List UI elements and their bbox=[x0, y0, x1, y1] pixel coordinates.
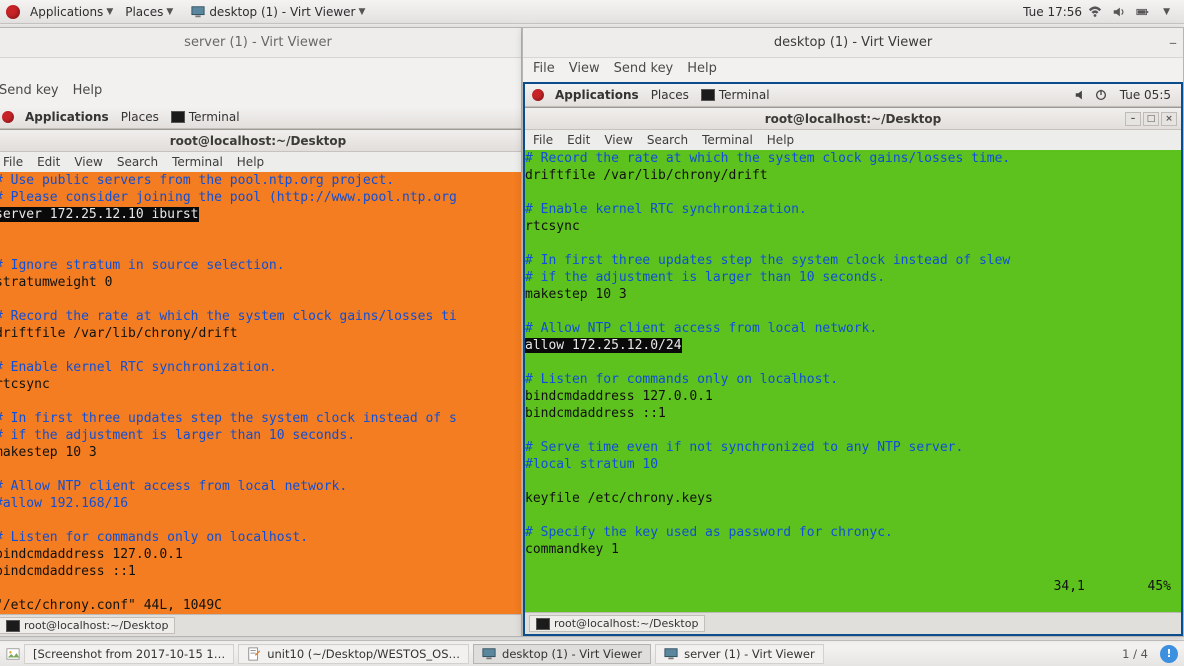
task-label: server (1) - Virt Viewer bbox=[684, 647, 815, 661]
menu-help[interactable]: Help bbox=[687, 61, 717, 76]
menu-help[interactable]: Help bbox=[73, 83, 103, 98]
desktop-window-menubar: File View Send key Help bbox=[523, 58, 1183, 82]
term-menu-search[interactable]: Search bbox=[117, 155, 158, 169]
task-gedit[interactable]: unit10 (~/Desktop/WESTOS_OS… bbox=[238, 644, 469, 664]
terminal-icon bbox=[536, 618, 550, 630]
term-menu-edit[interactable]: Edit bbox=[37, 155, 60, 169]
active-window-label: desktop (1) - Virt Viewer bbox=[209, 5, 355, 19]
desktop-area: server (1) - Virt Viewer File F Send key… bbox=[0, 24, 1184, 640]
guest-terminal-task[interactable]: Terminal bbox=[165, 110, 246, 124]
workspace-indicator[interactable]: 1 / 4 bbox=[1114, 647, 1156, 661]
server-window-title[interactable]: server (1) - Virt Viewer bbox=[0, 28, 521, 58]
active-window-menu[interactable]: desktop (1) - Virt Viewer▼ bbox=[185, 5, 371, 19]
task-server-virt[interactable]: server (1) - Virt Viewer bbox=[655, 644, 824, 664]
power-icon[interactable] bbox=[1094, 88, 1108, 102]
desktop-guest-taskbar: root@localhost:~/Desktop bbox=[525, 612, 1181, 634]
menu-sendkey[interactable]: Send key bbox=[614, 61, 674, 76]
desktop-terminal-title-label: root@localhost:~/Desktop bbox=[765, 112, 942, 126]
term-menu-file[interactable]: File bbox=[533, 133, 553, 147]
menu-file[interactable]: File bbox=[533, 61, 555, 76]
wifi-icon[interactable] bbox=[1088, 5, 1102, 19]
server-guest-task-button[interactable]: root@localhost:~/Desktop bbox=[0, 617, 175, 634]
volume-icon[interactable] bbox=[1112, 5, 1126, 19]
server-terminal-menubar: File Edit View Search Terminal Help bbox=[0, 152, 521, 172]
task-desktop-virt[interactable]: desktop (1) - Virt Viewer bbox=[473, 644, 651, 664]
display-icon bbox=[482, 647, 496, 661]
desktop-terminal-titlebar[interactable]: root@localhost:~/Desktop – □ × bbox=[525, 108, 1181, 130]
display-icon bbox=[664, 647, 678, 661]
server-terminal-title-label: root@localhost:~/Desktop bbox=[170, 134, 347, 148]
desktop-window-title-label: desktop (1) - Virt Viewer bbox=[774, 35, 932, 50]
desktop-terminal-menubar: File Edit View Search Terminal Help bbox=[525, 130, 1181, 150]
desktop-window-title[interactable]: desktop (1) - Virt Viewer – bbox=[523, 28, 1183, 58]
guest-clock[interactable]: Tue 05:5 bbox=[1114, 88, 1177, 102]
term-menu-file[interactable]: File bbox=[3, 155, 23, 169]
text-editor-icon bbox=[247, 647, 261, 661]
task-label: unit10 (~/Desktop/WESTOS_OS… bbox=[267, 647, 460, 661]
desktop-virt-window[interactable]: desktop (1) - Virt Viewer – File View Se… bbox=[522, 27, 1184, 637]
server-guest-taskbar: root@localhost:~/Desktop bbox=[0, 614, 521, 636]
term-menu-help[interactable]: Help bbox=[237, 155, 264, 169]
guest-applications-menu[interactable]: Applications bbox=[19, 110, 115, 124]
places-menu[interactable]: Places▼ bbox=[119, 5, 179, 19]
host-top-panel: Applications▼ Places▼ desktop (1) - Virt… bbox=[0, 0, 1184, 24]
clock-label: Tue 17:56 bbox=[1023, 5, 1082, 19]
desktop-terminal-window: root@localhost:~/Desktop – □ × File Edit… bbox=[525, 107, 1181, 612]
term-menu-terminal[interactable]: Terminal bbox=[702, 133, 753, 147]
term-menu-view[interactable]: View bbox=[604, 133, 632, 147]
vim-statusline: 34,1 45% bbox=[960, 561, 1171, 612]
minimize-button[interactable]: – bbox=[1125, 112, 1141, 126]
server-terminal-body[interactable]: # Use public servers from the pool.ntp.o… bbox=[0, 172, 521, 614]
term-menu-view[interactable]: View bbox=[74, 155, 102, 169]
terminal-icon bbox=[701, 89, 715, 101]
server-window-title-label: server (1) - Virt Viewer bbox=[184, 35, 332, 50]
guest-terminal-task[interactable]: Terminal bbox=[695, 88, 776, 102]
desktop-guest-task-button[interactable]: root@localhost:~/Desktop bbox=[529, 615, 705, 632]
term-menu-edit[interactable]: Edit bbox=[567, 133, 590, 147]
terminal-icon bbox=[6, 620, 20, 632]
guest-places-menu[interactable]: Places bbox=[115, 110, 165, 124]
places-label: Places bbox=[125, 5, 163, 19]
redhat-logo-icon bbox=[2, 111, 14, 123]
server-terminal-window: root@localhost:~/Desktop File Edit View … bbox=[0, 129, 521, 614]
term-menu-help[interactable]: Help bbox=[767, 133, 794, 147]
task-screenshot[interactable]: [Screenshot from 2017-10-15 1… bbox=[24, 644, 234, 664]
clock[interactable]: Tue 17:56 bbox=[1017, 5, 1088, 19]
close-button[interactable]: × bbox=[1161, 112, 1177, 126]
server-virt-window[interactable]: server (1) - Virt Viewer File F Send key… bbox=[0, 27, 522, 637]
server-terminal-titlebar[interactable]: root@localhost:~/Desktop bbox=[0, 130, 521, 152]
system-menu-chevron-icon[interactable]: ▼ bbox=[1163, 7, 1170, 17]
server-guest-panel: Applications Places Terminal bbox=[0, 106, 521, 129]
server-guest-task-label: root@localhost:~/Desktop bbox=[24, 619, 168, 632]
maximize-button[interactable]: □ bbox=[1143, 112, 1159, 126]
guest-places-menu[interactable]: Places bbox=[645, 88, 695, 102]
menu-sendkey[interactable]: Send key bbox=[0, 83, 59, 98]
menu-view[interactable]: View bbox=[569, 61, 600, 76]
task-label: desktop (1) - Virt Viewer bbox=[502, 647, 642, 661]
display-icon bbox=[191, 5, 205, 19]
minimize-icon[interactable]: – bbox=[1169, 33, 1177, 52]
redhat-logo-icon bbox=[6, 5, 20, 19]
terminal-icon bbox=[171, 111, 185, 123]
task-label: [Screenshot from 2017-10-15 1… bbox=[33, 647, 225, 661]
server-window-menubar-real: Send key Help bbox=[0, 80, 521, 104]
image-icon bbox=[6, 647, 20, 661]
desktop-guest-panel: Applications Places Terminal Tue 05:5 bbox=[525, 84, 1181, 107]
desktop-guest-task-label: root@localhost:~/Desktop bbox=[554, 617, 698, 630]
term-menu-terminal[interactable]: Terminal bbox=[172, 155, 223, 169]
guest-applications-menu[interactable]: Applications bbox=[549, 88, 645, 102]
applications-menu[interactable]: Applications▼ bbox=[24, 5, 119, 19]
term-menu-search[interactable]: Search bbox=[647, 133, 688, 147]
volume-icon[interactable] bbox=[1074, 88, 1088, 102]
applications-label: Applications bbox=[30, 5, 103, 19]
redhat-logo-icon bbox=[532, 89, 544, 101]
notification-badge[interactable]: ! bbox=[1160, 645, 1178, 663]
battery-icon[interactable] bbox=[1136, 5, 1150, 19]
desktop-terminal-body[interactable]: # Record the rate at which the system cl… bbox=[525, 150, 1181, 612]
host-bottom-panel: [Screenshot from 2017-10-15 1… unit10 (~… bbox=[0, 640, 1184, 666]
